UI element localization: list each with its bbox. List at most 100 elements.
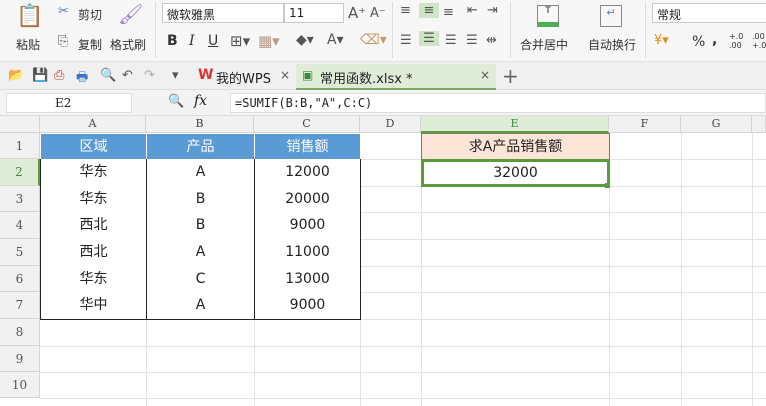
row-header-7[interactable]: 7	[0, 292, 40, 319]
table-cell[interactable]: 西北	[40, 212, 147, 240]
table-cell[interactable]: C	[146, 266, 255, 293]
table-cell[interactable]: 13000	[254, 266, 361, 293]
wrap-text-button[interactable]: 自动换行	[588, 36, 636, 53]
gridline	[752, 133, 753, 406]
table-cell[interactable]: 华东	[40, 186, 147, 213]
table-cell[interactable]: A	[146, 292, 255, 320]
font-name-select[interactable]: 微软雅黑	[162, 3, 284, 23]
column-header-D[interactable]: D	[360, 116, 421, 133]
row-header-9[interactable]: 9	[0, 346, 40, 372]
gridline	[40, 398, 766, 399]
merge-center-button[interactable]: 合并居中	[520, 36, 568, 53]
align-middle-icon[interactable]: ≡	[419, 3, 439, 18]
paste-button[interactable]: 粘贴	[16, 36, 40, 53]
new-tab-icon[interactable]: +	[502, 64, 519, 88]
justify-icon[interactable]: ☰	[466, 33, 478, 48]
fill-handle[interactable]	[605, 183, 610, 188]
increase-font-icon[interactable]: A⁺	[348, 4, 366, 22]
table-cell[interactable]: 12000	[254, 159, 361, 187]
cut-button[interactable]: 剪切	[78, 6, 102, 23]
clear-format-icon[interactable]: ⌫▾	[360, 32, 387, 48]
close-icon[interactable]: ×	[280, 68, 290, 82]
open-icon[interactable]: 📂	[8, 68, 24, 83]
row-header-2[interactable]: 2	[0, 159, 40, 186]
spreadsheet-icon: ▣	[302, 68, 314, 82]
save-icon[interactable]: 💾	[32, 68, 48, 83]
table-cell[interactable]: 华中	[40, 292, 147, 320]
tab-label: 我的WPS	[216, 72, 271, 87]
comma-button[interactable]: ,	[712, 32, 717, 48]
tab-my-wps[interactable]: W 我的WPS ×	[192, 62, 292, 90]
table-cell[interactable]: 11000	[254, 239, 361, 267]
border-icon[interactable]: ⊞▾	[230, 32, 250, 50]
select-all-corner[interactable]	[0, 116, 40, 133]
distributed-icon[interactable]: ⇹	[486, 33, 497, 48]
table-cell[interactable]: 9000	[254, 292, 361, 320]
table-cell[interactable]: 华东	[40, 266, 147, 293]
decrease-decimal-button[interactable]: .00 +.0	[752, 32, 766, 50]
table-cell[interactable]: 华东	[40, 159, 147, 187]
table-cell[interactable]: 西北	[40, 239, 147, 267]
align-bottom-icon[interactable]: ≡	[443, 5, 454, 20]
underline-button[interactable]: U	[208, 33, 218, 49]
copy-button[interactable]: 复制	[78, 36, 102, 53]
align-right-icon[interactable]: ☰	[445, 33, 457, 48]
table-cell[interactable]: 20000	[254, 186, 361, 213]
column-header-C[interactable]: C	[254, 116, 360, 133]
table-cell[interactable]: 9000	[254, 212, 361, 240]
decrease-font-icon[interactable]: A⁻	[370, 6, 386, 21]
currency-icon[interactable]: ¥▾	[654, 33, 669, 48]
gridline	[681, 133, 682, 406]
row-header-1[interactable]: 1	[0, 133, 40, 159]
decrease-indent-icon[interactable]: ⇤	[467, 3, 478, 18]
row-header-5[interactable]: 5	[0, 239, 40, 266]
table-cell[interactable]: B	[146, 212, 255, 240]
number-format-select[interactable]: 常规	[652, 3, 766, 23]
increase-indent-icon[interactable]: ⇥	[487, 3, 498, 18]
table-cell[interactable]: A	[146, 239, 255, 267]
fill-color-icon[interactable]: ◆▾	[296, 32, 314, 48]
column-header-G[interactable]: G	[681, 116, 752, 133]
cell-E1[interactable]: 求A产品销售额	[421, 133, 610, 160]
font-color-icon[interactable]: A▾	[327, 32, 344, 48]
table-cell[interactable]: B	[146, 186, 255, 213]
table-header-cell: 销售额	[254, 133, 361, 160]
cell-E2-selected[interactable]: 32000	[421, 159, 610, 187]
name-box[interactable]: E2	[6, 93, 132, 113]
percent-button[interactable]: %	[692, 34, 705, 50]
redo-icon[interactable]: ↷	[144, 68, 155, 83]
copy-icon: ⎘	[58, 34, 69, 49]
row-header-8[interactable]: 8	[0, 319, 40, 346]
paste-icon[interactable]: 📋	[16, 4, 43, 29]
bold-button[interactable]: B	[167, 33, 178, 49]
align-top-icon[interactable]: ≡	[400, 3, 411, 18]
fx-button[interactable]: fx	[194, 93, 207, 109]
row-header-10[interactable]: 10	[0, 372, 40, 398]
formula-input[interactable]: =SUMIF(B:B,"A",C:C)	[230, 93, 766, 113]
column-header-A[interactable]: A	[40, 116, 146, 133]
align-center-icon[interactable]: ☰	[419, 31, 439, 46]
print-preview-icon[interactable]: 🔍	[100, 68, 116, 83]
table-cell[interactable]: A	[146, 159, 255, 187]
customize-icon[interactable]: ▾	[172, 68, 179, 83]
cell-style-icon[interactable]: ▦▾	[258, 32, 280, 50]
tab-active-file[interactable]: ▣ 常用函数.xlsx * ×	[296, 64, 496, 90]
font-size-select[interactable]: 11	[284, 3, 344, 23]
close-icon[interactable]: ×	[480, 68, 490, 82]
wrap-text-icon: ↵	[600, 5, 622, 27]
formula-bar: E2 🔍 fx =SUMIF(B:B,"A",C:C)	[0, 90, 766, 116]
format-painter-button[interactable]: 格式刷	[110, 36, 146, 53]
italic-button[interactable]: I	[189, 33, 195, 49]
zoom-icon[interactable]: 🔍	[168, 94, 184, 109]
print-icon[interactable]: 🖶	[76, 68, 88, 90]
row-header-4[interactable]: 4	[0, 212, 40, 239]
align-left-icon[interactable]: ☰	[400, 33, 412, 48]
undo-icon[interactable]: ↶	[122, 68, 133, 83]
row-header-3[interactable]: 3	[0, 186, 40, 212]
column-header-F[interactable]: F	[609, 116, 681, 133]
export-pdf-icon[interactable]: ⎙	[54, 68, 64, 83]
increase-decimal-button[interactable]: +.0 .00	[729, 32, 745, 50]
column-header-E[interactable]: E	[421, 116, 609, 133]
column-header-B[interactable]: B	[146, 116, 254, 133]
row-header-6[interactable]: 6	[0, 266, 40, 292]
